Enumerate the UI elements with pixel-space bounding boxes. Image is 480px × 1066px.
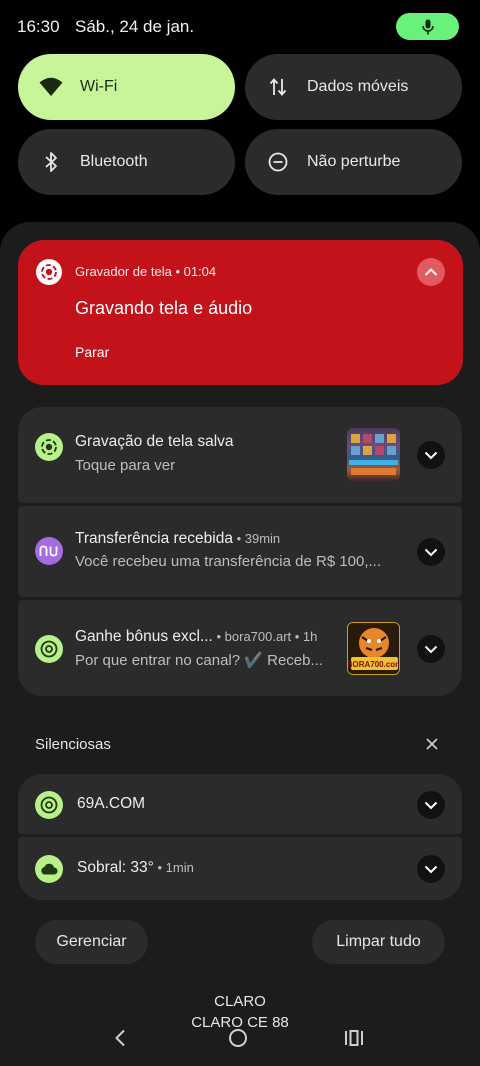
- notification-item[interactable]: Gravação de tela salva Toque para ver: [18, 407, 462, 503]
- tile-label: Dados móveis: [307, 78, 409, 95]
- expand-button[interactable]: [417, 538, 445, 566]
- notification-text: Por que entrar no canal? ✔️ Receb...: [75, 652, 323, 669]
- clear-silent-button[interactable]: [422, 734, 442, 754]
- notification-title: 69A.COM: [77, 795, 146, 812]
- chevron-down-icon: [424, 645, 438, 654]
- tile-mobile-data[interactable]: Dados móveis: [245, 54, 462, 120]
- close-icon: [426, 738, 438, 750]
- back-button[interactable]: [106, 1024, 134, 1052]
- clear-all-button[interactable]: Limpar tudo: [312, 920, 445, 964]
- collapse-button[interactable]: [417, 258, 445, 286]
- stop-recording-button[interactable]: Parar: [75, 344, 109, 360]
- tile-bluetooth[interactable]: Bluetooth: [18, 129, 235, 195]
- screen-record-icon: [35, 433, 63, 461]
- do-not-disturb-icon: [265, 149, 291, 175]
- microphone-icon: [421, 19, 434, 34]
- tile-label: Não perturbe: [307, 153, 401, 170]
- recording-header: Gravador de tela • 01:04: [75, 264, 217, 279]
- notification-title: Ganhe bônus excl... • bora700.art • 1h: [75, 628, 318, 645]
- recording-thumbnail: [347, 428, 400, 481]
- tile-do-not-disturb[interactable]: Não perturbe: [245, 129, 462, 195]
- chevron-down-icon: [424, 451, 438, 460]
- status-bar: 16:30 Sáb., 24 de jan.: [0, 0, 480, 54]
- recording-title: Gravando tela e áudio: [75, 298, 253, 318]
- home-button[interactable]: [224, 1024, 252, 1052]
- tile-wifi[interactable]: Wi-Fi: [18, 54, 235, 120]
- silent-section-label: Silenciosas: [35, 736, 111, 753]
- notification-title: Sobral: 33° • 1min: [77, 859, 194, 876]
- chrome-icon: [35, 791, 63, 819]
- chevron-down-icon: [424, 801, 438, 810]
- bonus-thumbnail: BORA700.com: [347, 622, 400, 675]
- thumbnail-text: BORA700.com: [348, 660, 400, 669]
- back-icon: [115, 1029, 125, 1047]
- status-time: 16:30: [17, 17, 60, 36]
- tile-label: Bluetooth: [80, 153, 148, 170]
- notification-title: Gravação de tela salva: [75, 433, 234, 450]
- tile-label: Wi-Fi: [80, 78, 118, 95]
- expand-button[interactable]: [417, 855, 445, 883]
- recents-icon: [345, 1030, 363, 1046]
- recording-notification[interactable]: Gravador de tela • 01:04 Gravando tela e…: [18, 240, 463, 385]
- screen-record-icon: [36, 259, 62, 285]
- wifi-icon: [38, 74, 64, 100]
- mobile-data-icon: [265, 74, 291, 100]
- notification-text: Você recebeu uma transferência de R$ 100…: [75, 553, 382, 570]
- chevron-down-icon: [424, 865, 438, 874]
- carrier-name: CLARO: [214, 993, 266, 1010]
- chevron-down-icon: [424, 548, 438, 557]
- notification-item[interactable]: Ganhe bônus excl... • bora700.art • 1h P…: [18, 600, 462, 696]
- nubank-icon: [35, 537, 63, 565]
- chrome-icon: [35, 635, 63, 663]
- cloud-icon: [35, 855, 63, 883]
- notification-text: Toque para ver: [75, 457, 176, 474]
- mic-indicator[interactable]: [396, 13, 459, 40]
- bluetooth-icon: [38, 149, 64, 175]
- notification-item[interactable]: Transferência recebida • 39min Você rece…: [18, 506, 462, 597]
- manage-button[interactable]: Gerenciar: [35, 920, 148, 964]
- expand-button[interactable]: [417, 791, 445, 819]
- expand-button[interactable]: [417, 441, 445, 469]
- expand-button[interactable]: [417, 635, 445, 663]
- silent-notification-item[interactable]: 69A.COM: [18, 774, 462, 834]
- silent-notification-item[interactable]: Sobral: 33° • 1min: [18, 837, 462, 900]
- chevron-up-icon: [424, 268, 438, 276]
- notification-title: Transferência recebida • 39min: [75, 530, 281, 547]
- recents-button[interactable]: [340, 1024, 368, 1052]
- status-date: Sáb., 24 de jan.: [75, 17, 195, 36]
- home-icon: [229, 1029, 247, 1047]
